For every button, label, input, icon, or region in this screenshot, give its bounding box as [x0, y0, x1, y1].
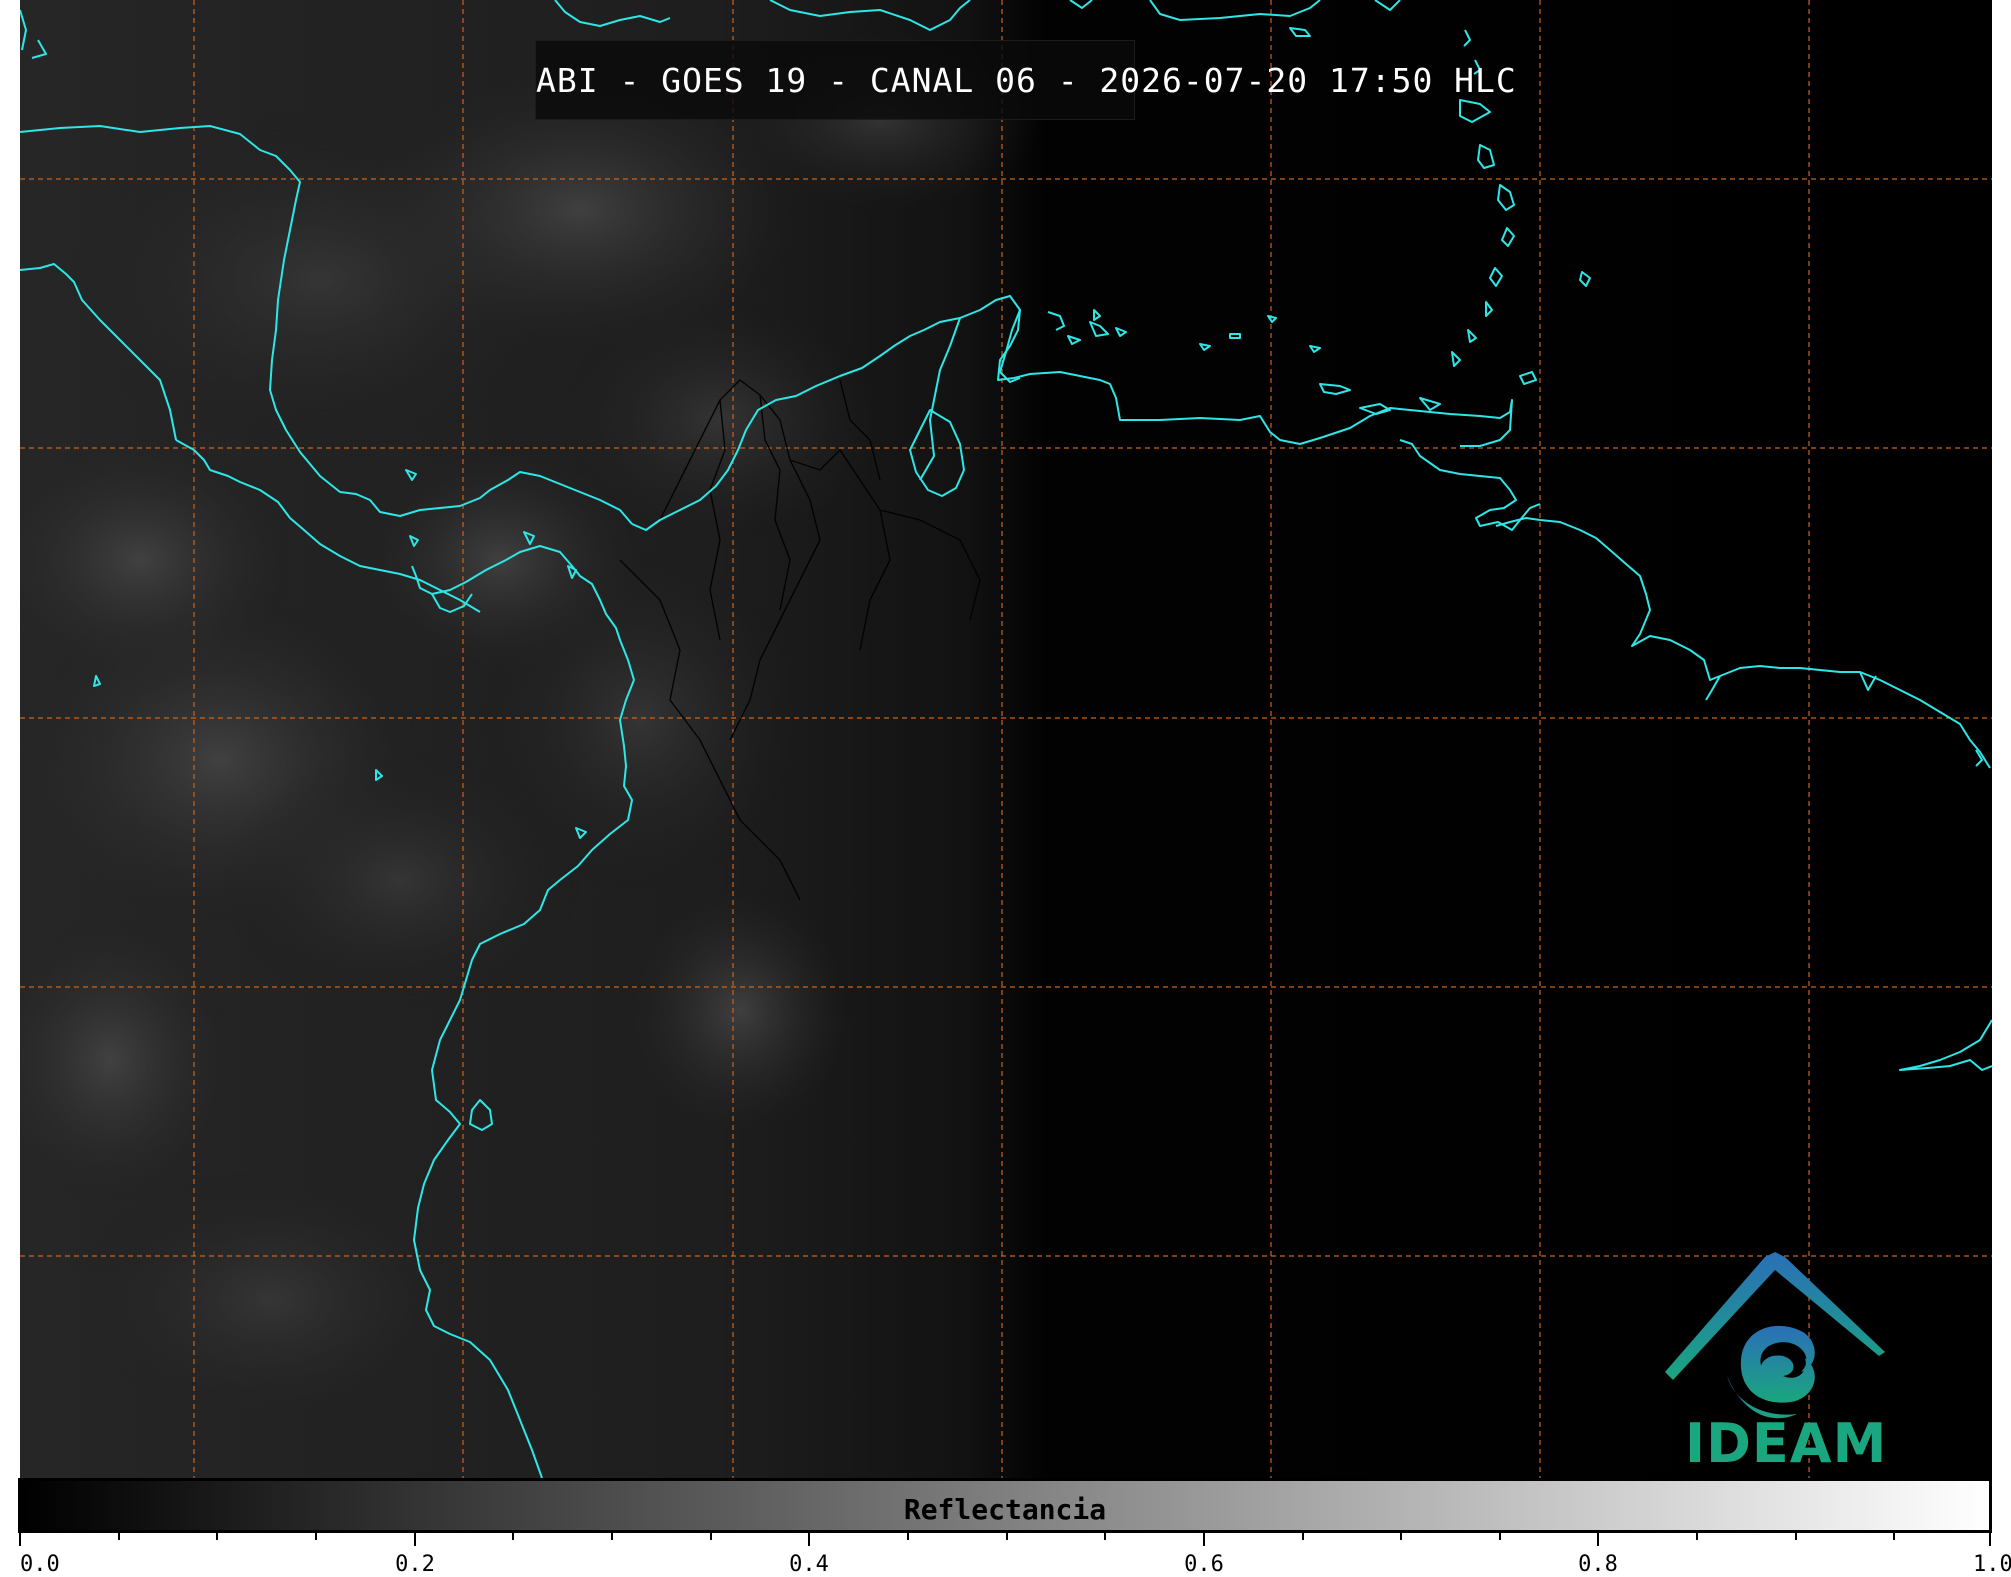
colorbar-tick-label: 0.6 [1184, 1552, 1224, 1577]
satellite-image-map[interactable]: ABI - GOES 19 - CANAL 06 - 2026-07-20 17… [20, 0, 1992, 1478]
colorbar-tick-label: 0.2 [395, 1552, 435, 1577]
image-title: ABI - GOES 19 - CANAL 06 - 2026-07-20 17… [536, 61, 1517, 100]
colorbar-ticks [19, 1530, 1991, 1546]
logo-text: IDEAM [1685, 1412, 1888, 1475]
colorbar-tick-label: 0.4 [789, 1552, 829, 1577]
colorbar: Reflectancia [18, 1478, 1992, 1533]
colorbar-label: Reflectancia [903, 1493, 1107, 1526]
colorbar-tick-label: 0.0 [20, 1552, 60, 1577]
colorbar-tick-label: 0.8 [1578, 1552, 1618, 1577]
title-box: ABI - GOES 19 - CANAL 06 - 2026-07-20 17… [535, 40, 1517, 120]
colorbar-tick-label: 1.0 [1973, 1552, 2011, 1577]
